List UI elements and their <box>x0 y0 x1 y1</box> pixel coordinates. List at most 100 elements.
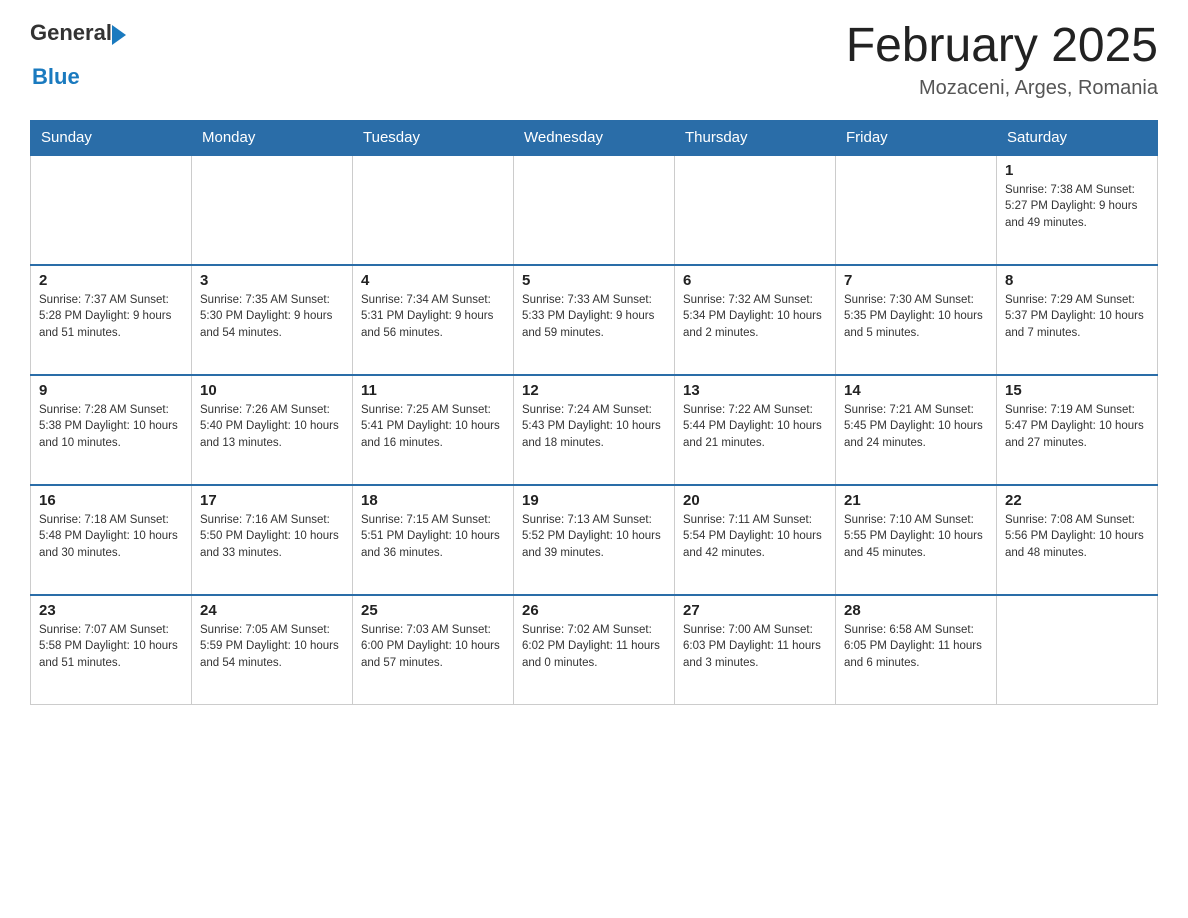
calendar-cell: 18 Sunrise: 7:15 AM Sunset: 5:51 PM Dayli… <box>353 485 514 595</box>
week-row-4: 16 Sunrise: 7:18 AM Sunset: 5:48 PM Dayli… <box>31 485 1158 595</box>
calendar-cell: 3 Sunrise: 7:35 AM Sunset: 5:30 PM Daylig… <box>192 265 353 375</box>
day-number: 13 <box>683 382 827 399</box>
month-title: February 2025 <box>846 20 1158 73</box>
calendar-cell: 8Sunrise: 7:29 AM Sunset: 5:37 PM Daylig… <box>997 265 1158 375</box>
logo-general-text: General <box>30 20 112 46</box>
calendar-table: SundayMondayTuesdayWednesdayThursdayFrid… <box>30 120 1158 706</box>
day-info: Sunrise: 7:08 AM Sunset: 5:56 PM Dayligh… <box>1005 512 1149 562</box>
calendar-cell: 25 Sunrise: 7:03 AM Sunset: 6:00 PM Dayli… <box>353 595 514 705</box>
calendar-cell: 17 Sunrise: 7:16 AM Sunset: 5:50 PM Dayli… <box>192 485 353 595</box>
day-number: 3 <box>200 272 344 289</box>
day-number: 25 <box>361 602 505 619</box>
calendar-cell <box>31 155 192 265</box>
day-number: 4 <box>361 272 505 289</box>
calendar-header-row: SundayMondayTuesdayWednesdayThursdayFrid… <box>31 120 1158 155</box>
day-info: Sunrise: 7:25 AM Sunset: 5:41 PM Dayligh… <box>361 402 505 452</box>
day-number: 12 <box>522 382 666 399</box>
day-number: 2 <box>39 272 183 289</box>
calendar-cell: 2 Sunrise: 7:37 AM Sunset: 5:28 PM Daylig… <box>31 265 192 375</box>
day-number: 28 <box>844 602 988 619</box>
day-number: 16 <box>39 492 183 509</box>
calendar-cell: 24 Sunrise: 7:05 AM Sunset: 5:59 PM Dayli… <box>192 595 353 705</box>
day-info: Sunrise: 7:11 AM Sunset: 5:54 PM Dayligh… <box>683 512 827 562</box>
day-info: Sunrise: 7:02 AM Sunset: 6:02 PM Dayligh… <box>522 622 666 672</box>
logo-blue-text: Blue <box>32 64 80 90</box>
calendar-cell: 14 Sunrise: 7:21 AM Sunset: 5:45 PM Dayli… <box>836 375 997 485</box>
day-info: Sunrise: 7:16 AM Sunset: 5:50 PM Dayligh… <box>200 512 344 562</box>
day-info: Sunrise: 7:19 AM Sunset: 5:47 PM Dayligh… <box>1005 402 1149 452</box>
calendar-cell: 10 Sunrise: 7:26 AM Sunset: 5:40 PM Dayli… <box>192 375 353 485</box>
day-number: 10 <box>200 382 344 399</box>
calendar-cell: 16 Sunrise: 7:18 AM Sunset: 5:48 PM Dayli… <box>31 485 192 595</box>
calendar-cell: 22 Sunrise: 7:08 AM Sunset: 5:56 PM Dayli… <box>997 485 1158 595</box>
calendar-cell: 5 Sunrise: 7:33 AM Sunset: 5:33 PM Daylig… <box>514 265 675 375</box>
calendar-cell: 27Sunrise: 7:00 AM Sunset: 6:03 PM Dayli… <box>675 595 836 705</box>
day-info: Sunrise: 7:28 AM Sunset: 5:38 PM Dayligh… <box>39 402 183 452</box>
day-info: Sunrise: 7:38 AM Sunset: 5:27 PM Dayligh… <box>1005 182 1149 232</box>
weekday-header-monday: Monday <box>192 120 353 155</box>
day-number: 17 <box>200 492 344 509</box>
day-info: Sunrise: 7:22 AM Sunset: 5:44 PM Dayligh… <box>683 402 827 452</box>
calendar-cell: 9Sunrise: 7:28 AM Sunset: 5:38 PM Daylig… <box>31 375 192 485</box>
calendar-cell: 11 Sunrise: 7:25 AM Sunset: 5:41 PM Dayli… <box>353 375 514 485</box>
week-row-2: 2 Sunrise: 7:37 AM Sunset: 5:28 PM Daylig… <box>31 265 1158 375</box>
calendar-cell: 7Sunrise: 7:30 AM Sunset: 5:35 PM Daylig… <box>836 265 997 375</box>
calendar-cell <box>353 155 514 265</box>
day-info: Sunrise: 7:32 AM Sunset: 5:34 PM Dayligh… <box>683 292 827 342</box>
calendar-cell: 21Sunrise: 7:10 AM Sunset: 5:55 PM Dayli… <box>836 485 997 595</box>
day-number: 11 <box>361 382 505 399</box>
logo-arrow-icon <box>112 25 126 45</box>
calendar-cell <box>997 595 1158 705</box>
day-info: Sunrise: 7:34 AM Sunset: 5:31 PM Dayligh… <box>361 292 505 342</box>
day-number: 6 <box>683 272 827 289</box>
day-number: 1 <box>1005 162 1149 179</box>
calendar-cell: 13 Sunrise: 7:22 AM Sunset: 5:44 PM Dayli… <box>675 375 836 485</box>
weekday-header-wednesday: Wednesday <box>514 120 675 155</box>
day-number: 14 <box>844 382 988 399</box>
calendar-cell <box>836 155 997 265</box>
weekday-header-saturday: Saturday <box>997 120 1158 155</box>
weekday-header-thursday: Thursday <box>675 120 836 155</box>
week-row-1: 1 Sunrise: 7:38 AM Sunset: 5:27 PM Daylig… <box>31 155 1158 265</box>
day-number: 19 <box>522 492 666 509</box>
day-number: 5 <box>522 272 666 289</box>
day-number: 23 <box>39 602 183 619</box>
day-number: 26 <box>522 602 666 619</box>
weekday-header-sunday: Sunday <box>31 120 192 155</box>
day-info: Sunrise: 7:24 AM Sunset: 5:43 PM Dayligh… <box>522 402 666 452</box>
day-info: Sunrise: 7:37 AM Sunset: 5:28 PM Dayligh… <box>39 292 183 342</box>
week-row-5: 23Sunrise: 7:07 AM Sunset: 5:58 PM Dayli… <box>31 595 1158 705</box>
day-number: 21 <box>844 492 988 509</box>
day-info: Sunrise: 7:21 AM Sunset: 5:45 PM Dayligh… <box>844 402 988 452</box>
page-header: General Blue February 2025 Mozaceni, Arg… <box>30 20 1158 100</box>
calendar-cell: 19 Sunrise: 7:13 AM Sunset: 5:52 PM Dayli… <box>514 485 675 595</box>
calendar-cell: 4 Sunrise: 7:34 AM Sunset: 5:31 PM Daylig… <box>353 265 514 375</box>
title-block: February 2025 Mozaceni, Arges, Romania <box>846 20 1158 100</box>
weekday-header-tuesday: Tuesday <box>353 120 514 155</box>
weekday-header-friday: Friday <box>836 120 997 155</box>
calendar-cell <box>192 155 353 265</box>
calendar-cell <box>514 155 675 265</box>
day-info: Sunrise: 7:00 AM Sunset: 6:03 PM Dayligh… <box>683 622 827 672</box>
day-info: Sunrise: 7:26 AM Sunset: 5:40 PM Dayligh… <box>200 402 344 452</box>
day-number: 15 <box>1005 382 1149 399</box>
calendar-cell: 26 Sunrise: 7:02 AM Sunset: 6:02 PM Dayli… <box>514 595 675 705</box>
day-number: 18 <box>361 492 505 509</box>
calendar-cell: 12 Sunrise: 7:24 AM Sunset: 5:43 PM Dayli… <box>514 375 675 485</box>
day-info: Sunrise: 7:33 AM Sunset: 5:33 PM Dayligh… <box>522 292 666 342</box>
day-info: Sunrise: 7:13 AM Sunset: 5:52 PM Dayligh… <box>522 512 666 562</box>
location-title: Mozaceni, Arges, Romania <box>846 77 1158 100</box>
day-number: 24 <box>200 602 344 619</box>
calendar-cell: 23Sunrise: 7:07 AM Sunset: 5:58 PM Dayli… <box>31 595 192 705</box>
day-info: Sunrise: 7:05 AM Sunset: 5:59 PM Dayligh… <box>200 622 344 672</box>
day-info: Sunrise: 7:35 AM Sunset: 5:30 PM Dayligh… <box>200 292 344 342</box>
logo: General Blue <box>30 20 126 90</box>
calendar-cell: 28Sunrise: 6:58 AM Sunset: 6:05 PM Dayli… <box>836 595 997 705</box>
day-number: 8 <box>1005 272 1149 289</box>
day-number: 22 <box>1005 492 1149 509</box>
calendar-cell: 20Sunrise: 7:11 AM Sunset: 5:54 PM Dayli… <box>675 485 836 595</box>
day-info: Sunrise: 7:15 AM Sunset: 5:51 PM Dayligh… <box>361 512 505 562</box>
day-info: Sunrise: 7:18 AM Sunset: 5:48 PM Dayligh… <box>39 512 183 562</box>
day-info: Sunrise: 7:03 AM Sunset: 6:00 PM Dayligh… <box>361 622 505 672</box>
calendar-cell: 1 Sunrise: 7:38 AM Sunset: 5:27 PM Daylig… <box>997 155 1158 265</box>
